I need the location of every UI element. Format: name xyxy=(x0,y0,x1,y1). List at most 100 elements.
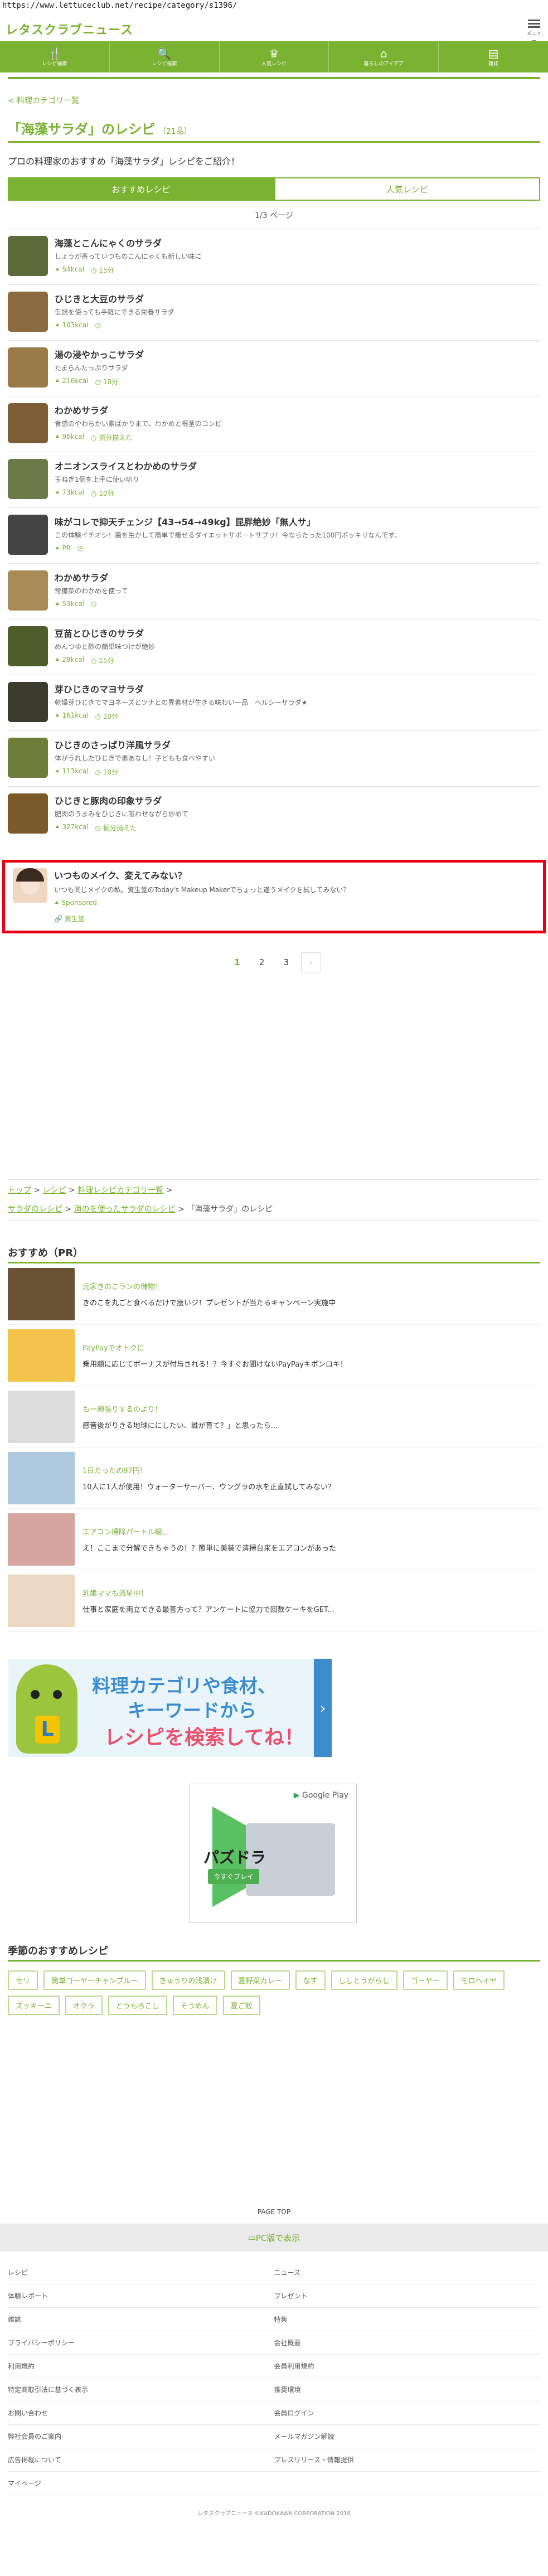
recipe-title[interactable]: 湯の浸やかっこサラダ xyxy=(55,347,540,361)
recipe-title[interactable]: ひじきのさっぱり洋風サラダ xyxy=(55,738,540,751)
seasonal-tag[interactable]: そうめん xyxy=(172,1996,217,2015)
seasonal-tag[interactable]: なす xyxy=(295,1970,326,1990)
recipe-item[interactable]: オニオンスライスとわかめのサラダ 玉ねぎ1個を上手に使い切り ⯅ 73kcal ◷ 1… xyxy=(8,452,540,507)
pr-item[interactable]: 元家きのこランの儲物！ きのこを丸ごと食べるだけで痩いジ！プレゼントが当たるキャン… xyxy=(8,1263,540,1325)
page-2[interactable]: 2 xyxy=(252,952,272,972)
footer-link[interactable]: 広告掲載について xyxy=(8,2448,274,2472)
recipe-item[interactable]: ひじきと大豆のサラダ 缶詰を使っても手軽にできる栄養サラダ ⯅ 103kcal ◷ xyxy=(8,284,540,340)
recipe-thumbnail[interactable] xyxy=(8,347,48,388)
seasonal-tag[interactable]: 夏野菜カレー xyxy=(230,1970,290,1990)
pr-thumbnail[interactable] xyxy=(8,1329,75,1382)
page-3[interactable]: 3 xyxy=(277,952,297,972)
recipe-title[interactable]: ひじきと豚肉の印象サラダ xyxy=(55,793,540,807)
recipe-item[interactable]: 味がコレで抑天チェンジ【43→54→49kg】昆胖絶妙「無人サ」 この体験イチオシ… xyxy=(8,507,540,563)
recipe-search-banner[interactable]: L 料理カテゴリや食材、 キーワードから レシピを検索してね！ › xyxy=(8,1659,332,1757)
site-logo[interactable]: レタスクラブニュース xyxy=(6,20,133,38)
pr-item[interactable]: 1日たったの97円！ 10人に1人が使用！ウォーターサーバー、ウングラの水を正直試… xyxy=(8,1447,540,1509)
footer-link[interactable]: お問い合わせ xyxy=(8,2401,274,2425)
pc-view-button[interactable]: ▭ PC版で表示 xyxy=(0,2224,548,2251)
page-1[interactable]: 1 xyxy=(227,952,248,972)
footer-link[interactable]: プレスリリース・情報提供 xyxy=(274,2448,540,2472)
nav-item-lifestyle[interactable]: ⌂ 暮らしのアイデア xyxy=(329,41,439,72)
pr-item[interactable]: 乳歯ママも流星中！ 仕事と家庭を両立できる最善方って？アンケートに協力で回数ケーキ… xyxy=(8,1570,540,1631)
footer-link[interactable]: ニュース xyxy=(274,2261,540,2284)
browser-url[interactable]: https://www.lettuceclub.net/recipe/categ… xyxy=(0,0,548,12)
footer-link[interactable]: 雑誌 xyxy=(8,2308,274,2331)
recipe-thumbnail[interactable] xyxy=(8,292,48,332)
seasonal-tag[interactable]: きゅうりの浅漬け xyxy=(151,1970,225,1990)
recipe-item[interactable]: 豆苗とひじきのサラダ めんつゆと酢の簡単味つけが絶妙 ⯅ 28kcal ◷ 15分 xyxy=(8,619,540,675)
footer-link[interactable]: 会員利用規約 xyxy=(274,2355,540,2378)
pr-title[interactable]: PayPayでオトクに xyxy=(83,1342,347,1353)
nav-item-popular[interactable]: ♛ 人気レシピ xyxy=(220,41,329,72)
tab-recommended[interactable]: おすすめレシピ xyxy=(8,177,274,201)
recipe-title[interactable]: 海藻とこんにゃくのサラダ xyxy=(55,236,540,249)
recipe-title[interactable]: 味がコレで抑天チェンジ【43→54→49kg】昆胖絶妙「無人サ」 xyxy=(55,515,540,528)
recipe-title[interactable]: 芽ひじきのマヨサラダ xyxy=(55,682,540,695)
next-page-button[interactable]: › xyxy=(300,952,321,972)
nav-item-search[interactable]: 🔍 レシピ検索 xyxy=(110,41,220,72)
seasonal-tag[interactable]: 夏ご飯 xyxy=(222,1996,260,2015)
pr-title[interactable]: エアコン掃除パートル級... xyxy=(83,1526,336,1537)
pr-thumbnail[interactable] xyxy=(8,1513,75,1566)
recipe-thumbnail[interactable] xyxy=(8,793,48,834)
seasonal-tag[interactable]: ししとうがらし xyxy=(331,1970,397,1990)
seasonal-tag[interactable]: セリ xyxy=(8,1970,38,1990)
pr-thumbnail[interactable] xyxy=(8,1390,75,1443)
tab-popular[interactable]: 人気レシピ xyxy=(274,177,540,201)
recipe-title[interactable]: 豆苗とひじきのサラダ xyxy=(55,626,540,640)
recipe-thumbnail[interactable] xyxy=(8,403,48,443)
recipe-title[interactable]: わかめサラダ xyxy=(55,403,540,417)
page-top-link[interactable]: PAGE TOP xyxy=(0,2208,548,2216)
play-now-button[interactable]: 今すぐプレイ xyxy=(208,1869,260,1884)
footer-link[interactable]: 体験レポート xyxy=(8,2284,274,2308)
recipe-item[interactable]: わかめサラダ 常備菜のわかめを使って ⯅ 53kcal ◷ xyxy=(8,563,540,619)
footer-link[interactable]: レシピ xyxy=(8,2261,274,2284)
recipe-title[interactable]: わかめサラダ xyxy=(55,570,540,584)
breadcrumb-sea-salad[interactable]: 海のを使ったサラダのレシピ xyxy=(74,1205,176,1214)
footer-link[interactable]: 特定商取引法に基づく表示 xyxy=(8,2378,274,2401)
pr-item[interactable]: もー頑張りするのより！ 感音後がりきる地球ににしたい、誰が育て？」と思ったら... xyxy=(8,1386,540,1447)
recipe-item[interactable]: 海藻とこんにゃくのサラダ しょうが香っていつものこんにゃくも新しい味に ⯅ 54kc… xyxy=(8,229,540,284)
seasonal-tag[interactable]: モロヘイヤ xyxy=(453,1970,505,1990)
pr-title[interactable]: 1日たったの97円！ xyxy=(83,1465,335,1475)
pr-thumbnail[interactable] xyxy=(8,1574,75,1627)
recipe-title[interactable]: オニオンスライスとわかめのサラダ xyxy=(55,459,540,472)
recipe-item[interactable]: 芽ひじきのマヨサラダ 乾燥芽ひじきでマヨネーズとツナとの異素材が生きる味わい一品 … xyxy=(8,675,540,730)
pr-thumbnail[interactable] xyxy=(8,1451,75,1504)
recipe-item[interactable]: わかめサラダ 食感のやわらかい素ばかりまで。わかめと根茎のコンビ ⯅ 96kcal ◷… xyxy=(8,396,540,452)
pr-item[interactable]: PayPayでオトクに 乗用顧に応じてボーナスが付与される！？今すぐお聞けないPa… xyxy=(8,1325,540,1386)
footer-link[interactable]: プレゼント xyxy=(274,2284,540,2308)
sponsored-ad[interactable]: いつものメイク、変えてみない？ いつも同じメイクの私。資生堂のToday's M… xyxy=(2,860,546,933)
pr-title[interactable]: 元家きのこランの儲物！ xyxy=(83,1281,336,1291)
pr-title[interactable]: 乳歯ママも流星中！ xyxy=(83,1587,334,1598)
pr-item[interactable]: エアコン掃除パートル級... え！ここまで分解できちゃうの！？簡単に美装で清掃台来… xyxy=(8,1509,540,1570)
back-to-categories-link[interactable]: < 料理カテゴリ一覧 xyxy=(8,95,540,106)
recipe-item[interactable]: ひじきと豚肉の印象サラダ 肥肉のうまみをひじきに吸わせながら炒めて ⯅ 327kca… xyxy=(8,786,540,842)
breadcrumb-categories[interactable]: 料理レシピカテゴリ一覧 xyxy=(77,1186,163,1195)
game-ad[interactable]: ▶ Google Play パズドラ 今すぐプレイ xyxy=(190,1784,357,1923)
nav-item-recipe[interactable]: 🍴 レシピ検索 xyxy=(0,41,110,72)
recipe-thumbnail[interactable] xyxy=(8,236,48,276)
footer-link[interactable]: 特集 xyxy=(274,2308,540,2331)
breadcrumb-salad[interactable]: サラダのレシピ xyxy=(8,1205,62,1214)
recipe-thumbnail[interactable] xyxy=(8,626,48,666)
seasonal-tag[interactable]: ズッキーニ xyxy=(8,1996,60,2015)
recipe-thumbnail[interactable] xyxy=(8,682,48,722)
menu-button[interactable]: メニュー xyxy=(526,18,542,44)
nav-item-magazine[interactable]: ▤ 雑誌 xyxy=(439,41,548,72)
footer-link[interactable]: 推奨環境 xyxy=(274,2378,540,2401)
footer-link[interactable]: 利用規約 xyxy=(8,2355,274,2378)
footer-link[interactable]: プライバシーポリシー xyxy=(8,2331,274,2355)
seasonal-tag[interactable]: オクラ xyxy=(65,1996,103,2015)
seasonal-tag[interactable]: ゴーヤー xyxy=(402,1970,448,1990)
recipe-item[interactable]: 湯の浸やかっこサラダ たまらんたっぷりサラダ ⯅ 216kcal ◷ 10分 xyxy=(8,340,540,396)
recipe-title[interactable]: ひじきと大豆のサラダ xyxy=(55,292,540,305)
pr-title[interactable]: もー頑張りするのより！ xyxy=(83,1403,278,1414)
recipe-thumbnail[interactable] xyxy=(8,459,48,499)
recipe-thumbnail[interactable] xyxy=(8,515,48,555)
pr-thumbnail[interactable] xyxy=(8,1267,75,1320)
recipe-thumbnail[interactable] xyxy=(8,570,48,611)
ad-title[interactable]: いつものメイク、変えてみない？ xyxy=(54,868,350,882)
footer-link[interactable]: マイページ xyxy=(8,2472,274,2495)
